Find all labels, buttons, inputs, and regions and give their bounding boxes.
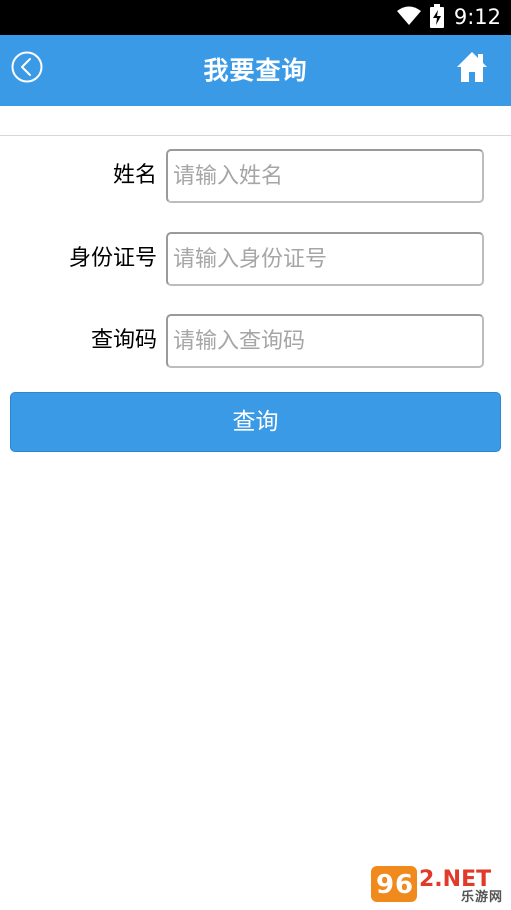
form-row-name: 姓名	[0, 149, 511, 203]
id-number-label: 身份证号	[68, 246, 157, 271]
watermark-subtitle: 乐游网	[460, 890, 503, 905]
query-button[interactable]: 查询	[10, 392, 501, 452]
status-bar: 9:12	[0, 0, 511, 35]
back-button[interactable]	[11, 51, 43, 83]
query-code-input[interactable]	[166, 314, 484, 368]
divider	[0, 135, 511, 136]
page-title: 我要查询	[203, 56, 308, 85]
app-header: 我要查询	[0, 35, 511, 106]
wifi-icon	[396, 6, 422, 30]
home-icon	[455, 52, 489, 88]
status-icons: 9:12	[396, 0, 501, 35]
form-row-id-number: 身份证号	[0, 232, 511, 286]
name-label: 姓名	[112, 163, 157, 188]
svg-text:9: 9	[376, 870, 394, 900]
battery-charging-icon	[429, 3, 444, 32]
back-circle-chevron-icon	[11, 51, 43, 87]
form-row-query-code: 查询码	[0, 314, 511, 368]
query-code-label: 查询码	[90, 328, 157, 353]
status-time: 9:12	[453, 5, 501, 29]
watermark-logo: 9 6 2.NET 乐游网	[371, 862, 505, 906]
svg-text:6: 6	[395, 870, 413, 900]
id-number-input[interactable]	[166, 232, 484, 286]
home-button[interactable]	[455, 50, 489, 84]
name-input[interactable]	[166, 149, 484, 203]
